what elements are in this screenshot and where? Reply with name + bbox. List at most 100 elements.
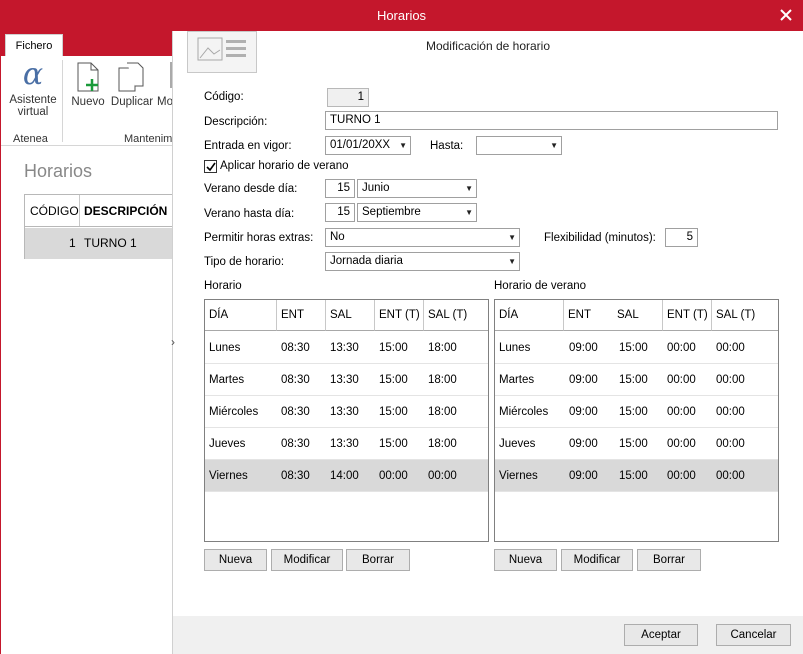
new-button[interactable]: Nuevo (69, 56, 107, 108)
cell-sal-t: 00:00 (716, 470, 745, 482)
assistant-label-2: virtual (17, 106, 49, 118)
row-code: 1 (69, 236, 76, 250)
col-dia[interactable]: DÍA (495, 300, 564, 331)
verano-borrar-button[interactable]: Borrar (637, 549, 701, 571)
cell-sal: 13:30 (330, 342, 359, 354)
col-ent-t[interactable]: ENT (T) (375, 300, 424, 331)
chevron-right-icon[interactable]: › (171, 335, 181, 349)
close-icon[interactable] (775, 4, 797, 26)
ribbon-separator (62, 60, 63, 142)
cell-ent-t: 00:00 (667, 438, 696, 450)
table-row-selected[interactable]: Viernes 09:00 15:00 00:00 00:00 (495, 460, 778, 492)
dialog-footer (173, 616, 803, 654)
dropdown-arrow-icon: ▼ (550, 141, 558, 150)
cell-day: Viernes (499, 470, 538, 482)
assistant-label-1: Asistente (9, 94, 57, 106)
table-row[interactable]: Jueves 09:00 15:00 00:00 00:00 (495, 428, 778, 460)
extras-select[interactable]: No ▼ (325, 228, 520, 247)
cell-ent: 09:00 (569, 374, 598, 386)
horario-modificar-button[interactable]: Modificar (271, 549, 343, 571)
duplicate-button[interactable]: Duplicar (109, 56, 155, 108)
assistant-button[interactable]: α Asistente virtual (7, 56, 59, 118)
table-row[interactable]: Miércoles 09:00 15:00 00:00 00:00 (495, 396, 778, 428)
flex-field[interactable]: 5 (665, 228, 698, 247)
table-row-selected[interactable]: Viernes 08:30 14:00 00:00 00:00 (205, 460, 488, 492)
tipo-select[interactable]: Jornada diaria ▼ (325, 252, 520, 271)
cell-sal: 14:00 (330, 470, 359, 482)
dialog-title: Modificación de horario (425, 39, 551, 53)
hasta-label: Hasta: (430, 140, 464, 152)
schedules-grid: CÓDIGO DESCRIPCIÓN 1 TURNO 1 (24, 194, 175, 259)
col-sal-t[interactable]: SAL (T) (712, 300, 778, 331)
hasta-day-field[interactable]: 15 (325, 203, 355, 222)
extras-value: No (330, 231, 345, 243)
cell-ent: 08:30 (281, 374, 310, 386)
cell-ent-t: 00:00 (667, 470, 696, 482)
cell-sal: 15:00 (619, 342, 648, 354)
checkmark-icon (206, 162, 216, 172)
col-ent-t[interactable]: ENT (T) (663, 300, 712, 331)
dropdown-arrow-icon: ▼ (508, 257, 516, 266)
hasta-date-picker[interactable]: ▼ (476, 136, 562, 155)
descripcion-field[interactable]: TURNO 1 (325, 111, 778, 130)
table-row[interactable]: 1 TURNO 1 (25, 228, 175, 259)
table-row[interactable]: Jueves 08:30 13:30 15:00 18:00 (205, 428, 488, 460)
cell-sal-t: 18:00 (428, 342, 457, 354)
group-mantenimiento: Mantenim (124, 133, 173, 145)
col-descripcion[interactable]: DESCRIPCIÓN (84, 204, 167, 218)
col-sal[interactable]: SAL (613, 300, 663, 331)
tab-fichero[interactable]: Fichero (5, 34, 63, 57)
desde-month-select[interactable]: Junio ▼ (357, 179, 477, 198)
alpha-icon: α (22, 57, 44, 92)
verano-checkbox[interactable] (204, 160, 217, 173)
verano-nueva-button[interactable]: Nueva (494, 549, 557, 571)
tipo-value: Jornada diaria (330, 255, 403, 267)
accept-button[interactable]: Aceptar (624, 624, 698, 646)
table-row[interactable]: Miércoles 08:30 13:30 15:00 18:00 (205, 396, 488, 428)
col-sal-t[interactable]: SAL (T) (424, 300, 488, 331)
cell-ent-t: 15:00 (379, 406, 408, 418)
horario-table: DÍA ENT SAL ENT (T) SAL (T) Lunes 08:30 … (204, 299, 489, 542)
cell-sal: 13:30 (330, 406, 359, 418)
col-dia[interactable]: DÍA (205, 300, 277, 331)
desde-label: Verano desde día: (204, 183, 298, 195)
cell-ent-t: 00:00 (379, 470, 408, 482)
cell-ent-t: 15:00 (379, 374, 408, 386)
cell-day: Martes (209, 374, 245, 386)
background-window: Fichero α Asistente virtual Nuevo Duplic… (0, 31, 173, 654)
cell-sal: 15:00 (619, 406, 648, 418)
ribbon-tab-strip: Fichero (1, 31, 173, 57)
table-row[interactable]: Lunes 09:00 15:00 00:00 00:00 (495, 332, 778, 364)
horario-borrar-button[interactable]: Borrar (346, 549, 410, 571)
new-document-icon (69, 56, 107, 96)
list-title: Horarios (24, 161, 93, 181)
col-sal[interactable]: SAL (326, 300, 375, 331)
cancel-button[interactable]: Cancelar (716, 624, 791, 646)
hasta-month-select[interactable]: Septiembre ▼ (357, 203, 477, 222)
extras-label: Permitir horas extras: (204, 232, 314, 244)
col-codigo[interactable]: CÓDIGO (30, 204, 79, 218)
cell-sal: 15:00 (619, 374, 648, 386)
cell-day: Lunes (209, 342, 241, 354)
tipo-label: Tipo de horario: (204, 256, 285, 268)
cell-ent: 09:00 (569, 438, 598, 450)
horario-nueva-button[interactable]: Nueva (204, 549, 267, 571)
verano-modificar-button[interactable]: Modificar (561, 549, 633, 571)
cell-ent-t: 00:00 (667, 342, 696, 354)
modify-button-partial[interactable]: Mo (157, 56, 173, 108)
col-ent[interactable]: ENT (277, 300, 326, 331)
entrada-date-picker[interactable]: 01/01/20XX ▼ (325, 136, 411, 155)
cell-sal-t: 00:00 (716, 374, 745, 386)
cell-day: Jueves (499, 438, 536, 450)
duplicate-label: Duplicar (110, 96, 154, 108)
cell-ent: 08:30 (281, 470, 310, 482)
table-row[interactable]: Lunes 08:30 13:30 15:00 18:00 (205, 332, 488, 364)
group-atenea: Atenea (13, 133, 48, 145)
verano-checkbox-label[interactable]: Aplicar horario de verano (220, 160, 349, 172)
table-row[interactable]: Martes 08:30 13:30 15:00 18:00 (205, 364, 488, 396)
cell-ent: 09:00 (569, 342, 598, 354)
table-row[interactable]: Martes 09:00 15:00 00:00 00:00 (495, 364, 778, 396)
desde-day-field[interactable]: 15 (325, 179, 355, 198)
new-label: Nuevo (71, 96, 105, 108)
dropdown-arrow-icon: ▼ (399, 141, 407, 150)
